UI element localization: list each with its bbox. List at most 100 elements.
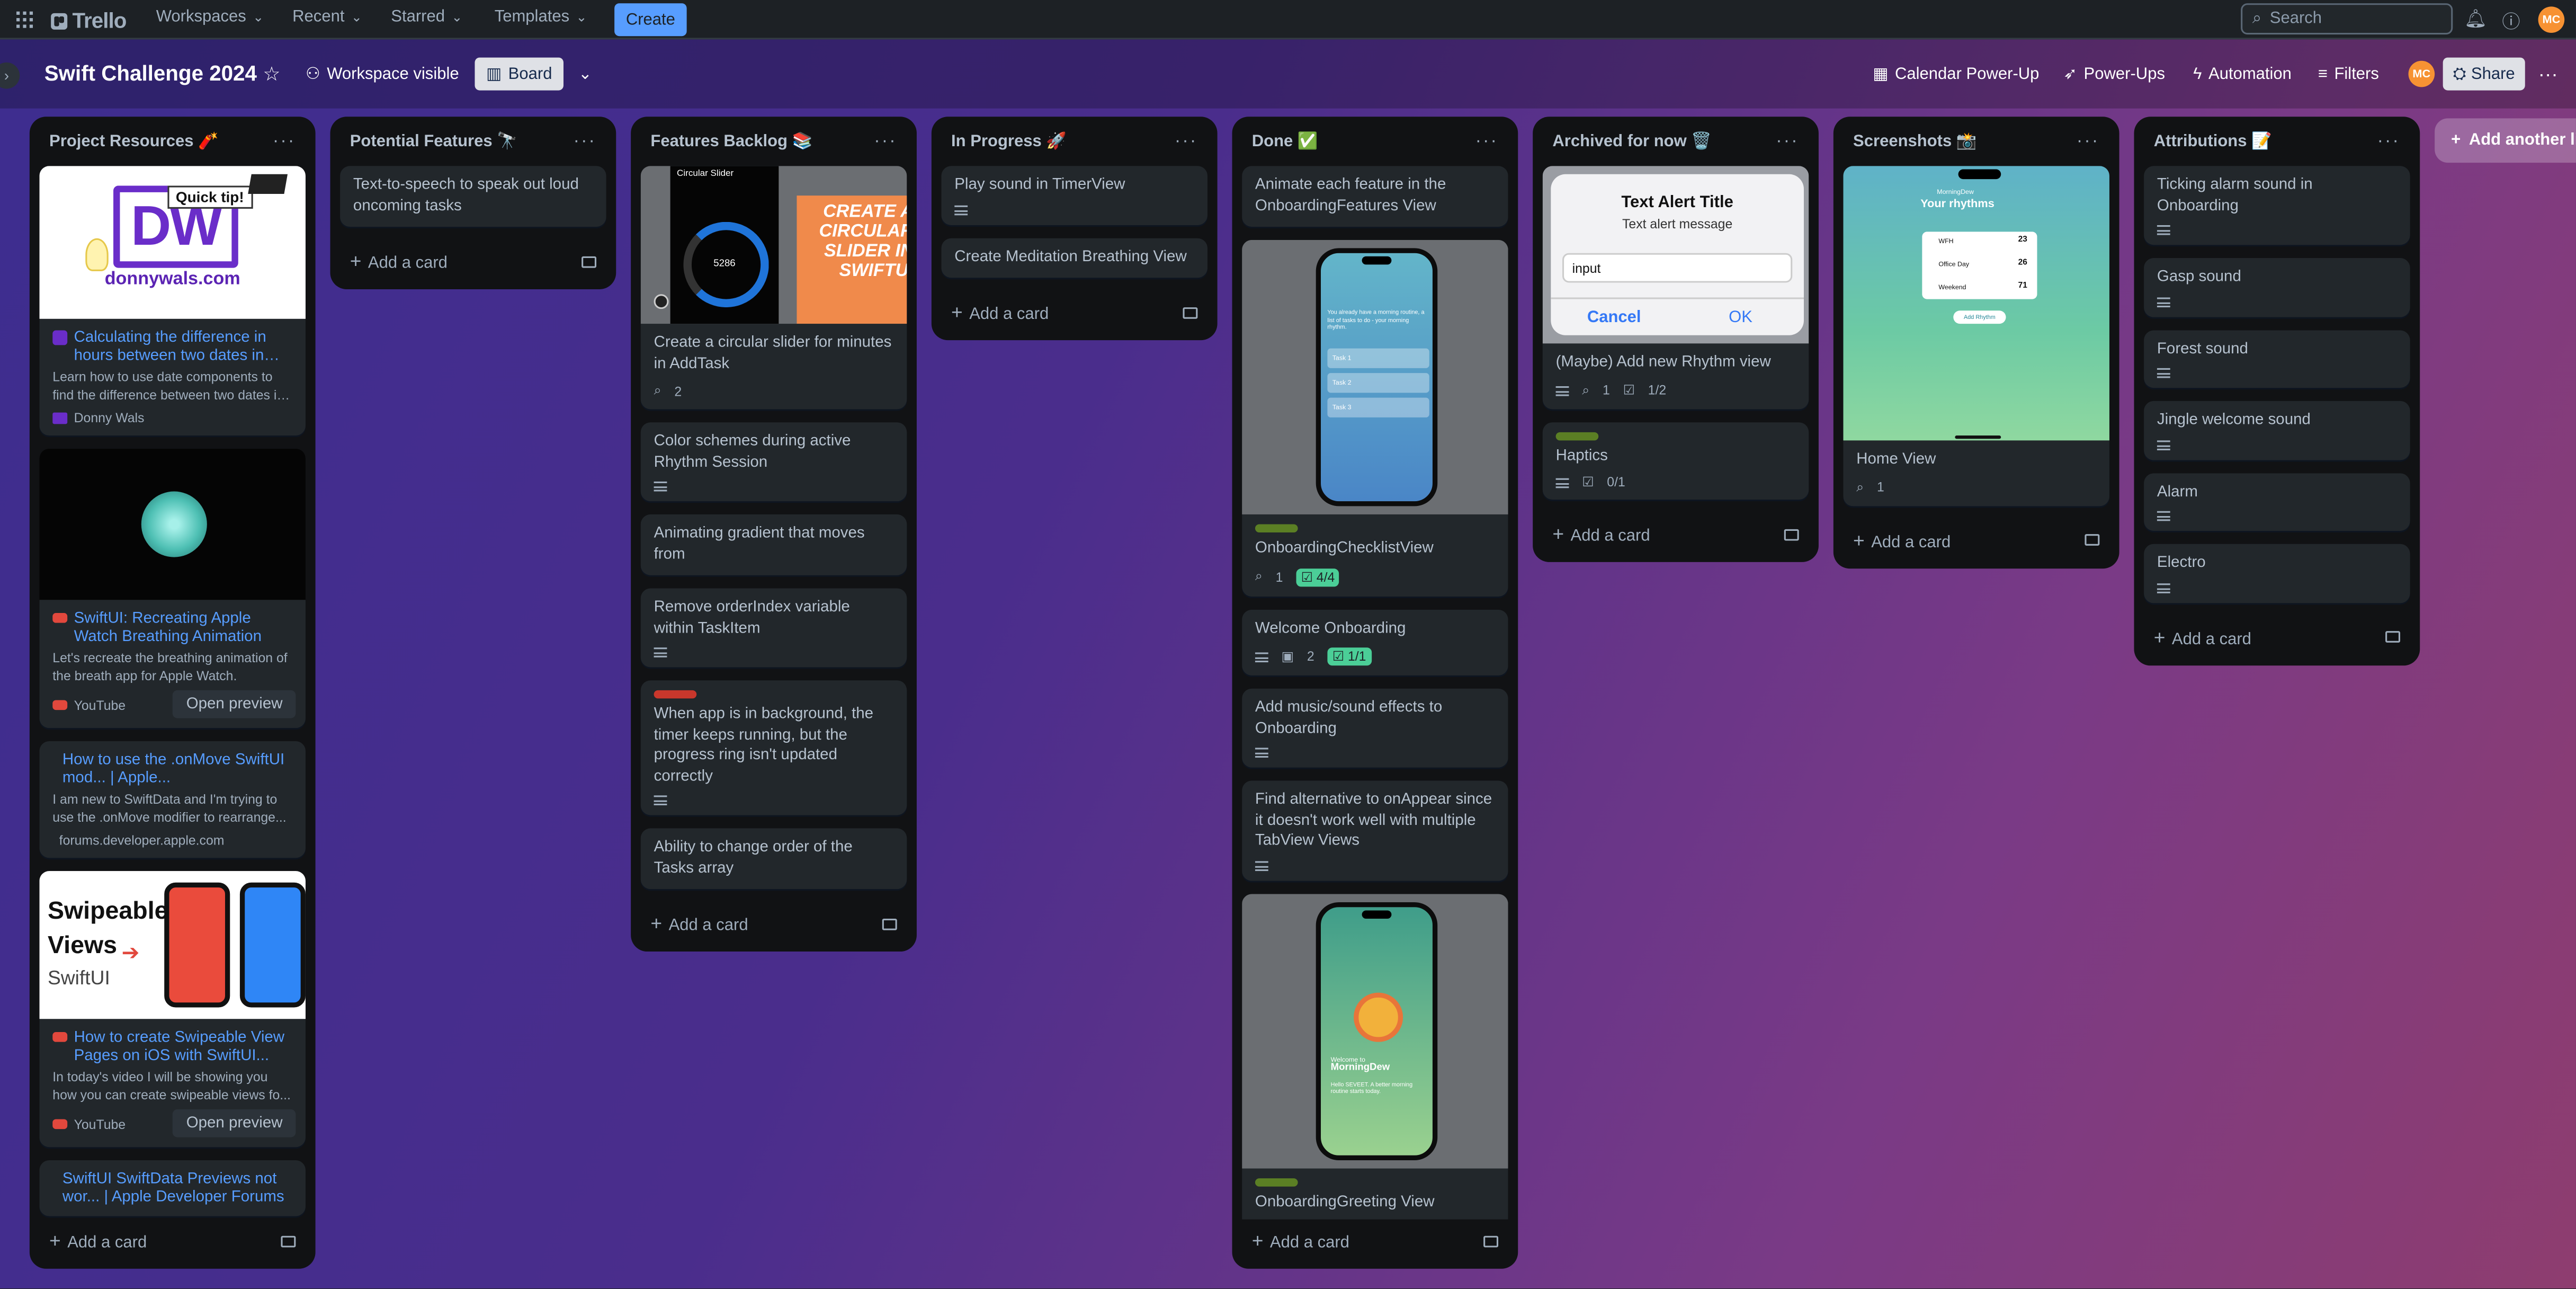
list-menu-icon[interactable]: ··· — [1175, 131, 1197, 151]
views-chevron-icon[interactable]: ⌄ — [578, 58, 592, 91]
card-link-title[interactable]: How to create Swipeable View Pages on iO… — [74, 1029, 293, 1065]
card[interactable]: When app is in background, the timer kee… — [640, 680, 907, 815]
add-card-button[interactable]: + Add a card — [1242, 1220, 1508, 1263]
recent-menu[interactable]: Recent ⌄ — [292, 8, 362, 26]
account-avatar[interactable]: MC — [2538, 6, 2565, 33]
powerups-button[interactable]: ➶ Power-Ups — [2063, 58, 2165, 91]
board-title[interactable]: Swift Challenge 2024 — [44, 61, 257, 86]
app-switcher-icon[interactable] — [16, 11, 33, 28]
board-view-button[interactable]: ▥ Board — [475, 57, 564, 91]
list-menu-icon[interactable]: ··· — [2377, 131, 2400, 151]
card[interactable]: Ticking alarm sound in Onboarding — [2144, 166, 2410, 245]
card-template-icon[interactable] — [882, 918, 897, 930]
workspaces-menu[interactable]: Workspaces ⌄ — [156, 8, 264, 26]
card-home-view[interactable]: MorningDew Your rhythms WFH 23 Office Da… — [1843, 166, 2109, 505]
card[interactable]: Play sound in TimerView — [941, 166, 1208, 225]
card[interactable]: Jingle welcome sound — [2144, 401, 2410, 460]
add-card-button[interactable]: + Add a card — [39, 1220, 306, 1263]
green-label[interactable] — [1555, 431, 1599, 440]
list-title[interactable]: Screenshots 📸 — [1853, 132, 1976, 150]
list-title[interactable]: In Progress 🚀 — [951, 132, 1067, 150]
calendar-powerup-button[interactable]: ▦ Calendar Power-Up — [1873, 58, 2039, 91]
search-input[interactable]: ⌕ Search — [2241, 3, 2453, 35]
templates-menu[interactable]: Templates ⌄ — [495, 8, 587, 26]
card[interactable]: Forest sound — [2144, 329, 2410, 388]
card-link-source: Donny Wals — [52, 411, 292, 425]
add-card-button[interactable]: + Add a card — [1543, 513, 1809, 556]
card-link-title[interactable]: SwiftUI SwiftData Previews not wor... | … — [62, 1170, 292, 1206]
open-preview-button[interactable]: Open preview — [173, 690, 296, 718]
card-onboarding-checklist[interactable]: You already have a morning routine, a li… — [1242, 239, 1508, 596]
card-link-swipeable-views[interactable]: Swipeable Views ➔ SwiftUI How to create … — [39, 871, 306, 1148]
card-onboarding-greeting[interactable]: Welcome to MorningDew Hello SEVEET. A be… — [1242, 893, 1508, 1220]
card-template-icon[interactable] — [2085, 534, 2100, 546]
search-placeholder: Search — [2269, 10, 2322, 28]
member-avatar[interactable]: MC — [2408, 60, 2435, 87]
card-template-icon[interactable] — [1784, 528, 1799, 540]
card-link-swiftdata-previews[interactable]: SwiftUI SwiftData Previews not wor... | … — [39, 1160, 306, 1216]
starred-menu[interactable]: Starred ⌄ — [391, 8, 462, 26]
list-title[interactable]: Done ✅ — [1252, 132, 1318, 150]
card[interactable]: Remove orderIndex variable within TaskIt… — [640, 588, 907, 668]
list-menu-icon[interactable]: ··· — [1475, 131, 1498, 151]
card-link-apple-forum-onmove[interactable]: How to use the .onMove SwiftUI mod... | … — [39, 741, 306, 858]
list-title[interactable]: Potential Features 🔭 — [350, 132, 517, 150]
help-icon[interactable]: ⓘ — [2502, 8, 2520, 35]
card[interactable]: Text-to-speech to speak out loud oncomin… — [340, 166, 606, 227]
red-label[interactable] — [654, 690, 697, 699]
card-template-icon[interactable] — [1183, 306, 1198, 318]
card-add-rhythm-view[interactable]: Text Alert Title Text alert message inpu… — [1542, 166, 1809, 408]
open-preview-button[interactable]: Open preview — [173, 1109, 296, 1137]
green-label[interactable] — [1255, 524, 1298, 533]
card-template-icon[interactable] — [1483, 1235, 1499, 1247]
add-card-button[interactable]: + Add a card — [941, 291, 1208, 334]
card-link-title[interactable]: SwiftUI: Recreating Apple Watch Breathin… — [74, 610, 293, 646]
create-button[interactable]: Create — [614, 3, 687, 37]
card-link-title[interactable]: How to use the .onMove SwiftUI mod... | … — [62, 751, 292, 787]
notifications-bell-icon[interactable]: 🔔︎ — [2464, 8, 2487, 30]
add-card-button[interactable]: + Add a card — [2144, 616, 2410, 659]
card-template-icon[interactable] — [2385, 631, 2401, 643]
card[interactable]: Electro — [2144, 544, 2410, 602]
card-template-icon[interactable] — [582, 255, 597, 268]
card[interactable]: Alarm — [2144, 472, 2410, 531]
add-card-button[interactable]: + Add a card — [1843, 519, 2109, 562]
add-card-button[interactable]: + Add a card — [340, 240, 606, 283]
list-menu-icon[interactable]: ··· — [273, 131, 296, 151]
trello-logo[interactable]: Trello — [51, 8, 127, 33]
green-label[interactable] — [1255, 1177, 1298, 1186]
card[interactable]: Animate each feature in the OnboardingFe… — [1242, 166, 1508, 227]
share-button[interactable]: ⛭ Share — [2443, 57, 2525, 91]
card-link-donnywals[interactable]: DW Quick tip! donnywals.com Calculating … — [39, 166, 306, 436]
list-menu-icon[interactable]: ··· — [2077, 131, 2099, 151]
list-menu-icon[interactable]: ··· — [874, 131, 897, 151]
card-haptics[interactable]: Haptics ☑ 0/1 — [1542, 421, 1809, 500]
card[interactable]: Create Meditation Breathing View — [941, 237, 1208, 278]
add-list-button[interactable]: + Add another list — [2435, 118, 2576, 163]
card[interactable]: Color schemes during active Rhythm Sessi… — [640, 422, 907, 502]
card-link-title[interactable]: Calculating the difference in hours betw… — [74, 328, 293, 365]
filters-button[interactable]: ≡ Filters — [2318, 58, 2379, 91]
card[interactable]: Animating gradient that moves from — [640, 514, 907, 575]
list-title[interactable]: Attributions 📝 — [2154, 132, 2272, 150]
list-title[interactable]: Project Resources 🧨 — [49, 132, 219, 150]
sidebar-toggle-icon[interactable]: › — [0, 62, 20, 89]
list-menu-icon[interactable]: ··· — [574, 131, 596, 151]
list-title[interactable]: Archived for now 🗑️ — [1552, 132, 1712, 150]
card[interactable]: Gasp sound — [2144, 258, 2410, 317]
star-icon[interactable]: ☆ — [263, 58, 280, 91]
more-menu-icon[interactable]: ··· — [2538, 58, 2558, 91]
card-template-icon[interactable] — [281, 1235, 296, 1247]
card-circular-slider[interactable]: Circular Slider 5286 CREATE A CIRCULAR S… — [640, 166, 907, 410]
automation-button[interactable]: ϟ Automation — [2193, 58, 2292, 91]
card[interactable]: Welcome Onboarding ▣ 2 ☑ 1/1 — [1242, 609, 1508, 675]
card[interactable]: Add music/sound effects to Onboarding — [1242, 688, 1508, 768]
card[interactable]: Ability to change order of the Tasks arr… — [640, 828, 907, 890]
trello-app: Trello Workspaces ⌄ Recent ⌄ Starred ⌄ Temp… — [0, 0, 2576, 1288]
visibility-button[interactable]: ⚇ Workspace visible — [306, 58, 459, 91]
add-card-button[interactable]: + Add a card — [641, 902, 907, 945]
card-link-breathing-animation[interactable]: SwiftUI: Recreating Apple Watch Breathin… — [39, 448, 306, 728]
list-menu-icon[interactable]: ··· — [1776, 131, 1799, 151]
list-title[interactable]: Features Backlog 📚 — [650, 132, 812, 150]
card[interactable]: Find alternative to onAppear since it do… — [1242, 780, 1508, 881]
